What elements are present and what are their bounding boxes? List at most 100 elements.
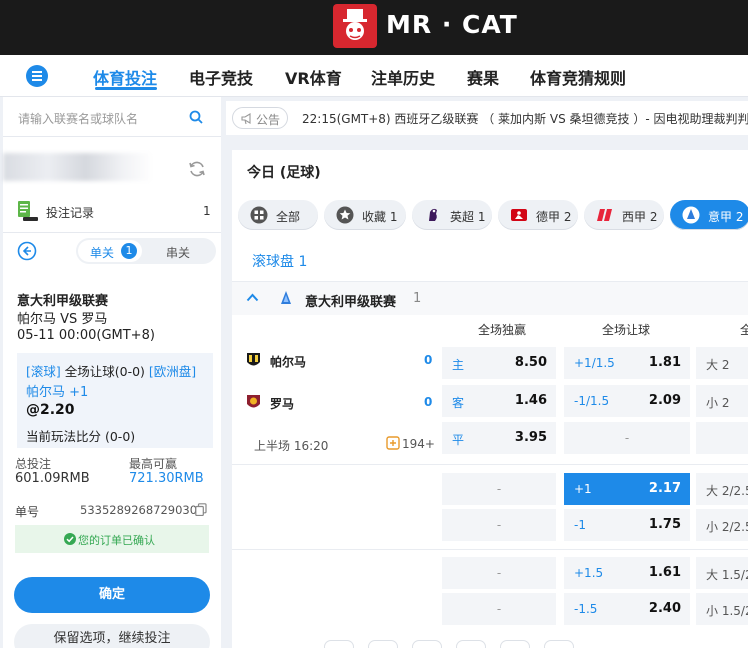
filter-chip[interactable]: [412, 640, 442, 648]
filter-chip[interactable]: [368, 640, 398, 648]
serie-a-icon: [682, 206, 700, 224]
order-confirmed-text: 您的订单已确认: [78, 534, 155, 547]
odds-empty: -: [496, 602, 502, 616]
tab-single-badge: 1: [121, 243, 137, 259]
league-name: 意大利甲级联赛: [305, 295, 397, 310]
logo-icon[interactable]: [333, 4, 377, 48]
account-balance: [3, 149, 221, 189]
odds-side: 主: [452, 358, 465, 372]
odds-cell-total[interactable]: 大 2: [696, 347, 748, 379]
bet-record-count: 1: [203, 204, 211, 218]
odds-value: 1.46: [514, 393, 547, 408]
filter-chip[interactable]: [500, 640, 530, 648]
grid-icon: [250, 206, 268, 224]
tab-parlay[interactable]: 串关: [166, 244, 190, 261]
bet-record-row[interactable]: 投注记录 1: [3, 195, 221, 227]
odds-side: -1/1.5: [574, 394, 610, 408]
match-list: 今日 (足球) 全部 收藏 1 英超 1 德甲 2 西甲 2 意甲 2 滚球盘 …: [232, 150, 748, 648]
search-icon[interactable]: [189, 110, 203, 124]
odds-cell-handicap-selected[interactable]: +1 2.17: [564, 473, 690, 505]
odds-cell-total[interactable]: 大 2/2.5: [696, 473, 748, 505]
odds-cell-handicap[interactable]: -1/1.5 2.09: [564, 385, 690, 417]
more-markets-count[interactable]: 194+: [402, 437, 435, 451]
logo-text: MR · CAT: [386, 10, 518, 39]
odds-value: 2.17: [648, 481, 681, 496]
premier-league-icon: [429, 208, 437, 221]
odds-cell-handicap[interactable]: +1.5 1.61: [564, 557, 690, 589]
odds-cell-total[interactable]: 小 2: [696, 385, 748, 417]
slip-market-tag: [滚球]: [26, 364, 61, 379]
odds-empty: -: [624, 431, 630, 445]
total-stake-label: 总投注: [15, 457, 52, 471]
nav-results[interactable]: 赛果: [467, 65, 499, 89]
league-tab-label: 西甲 2: [622, 210, 658, 224]
page-title: 今日 (足球): [247, 165, 321, 181]
filter-chip[interactable]: [544, 640, 574, 648]
odds-cell-moneyline-empty: -: [442, 473, 556, 505]
odds-cell-handicap[interactable]: +1/1.5 1.81: [564, 347, 690, 379]
odds-cell-handicap[interactable]: -1 1.75: [564, 509, 690, 541]
slip-time: 05-11 00:00(GMT+8): [17, 328, 155, 343]
odds-cell-moneyline-away[interactable]: 客 1.46: [442, 385, 556, 417]
league-tab-all[interactable]: 全部: [238, 200, 318, 230]
league-match-count: 1: [413, 291, 422, 306]
check-circle-icon: [64, 533, 76, 545]
odds-side: +1.5: [574, 566, 604, 580]
nav-active-indicator: [95, 87, 157, 90]
odds-side: 大 2: [706, 358, 730, 372]
nav-rules[interactable]: 体育竞猜规则: [530, 65, 626, 89]
bet-slip-card: 意大利甲级联赛 帕尔马 VS 罗马 05-11 00:00(GMT+8) [滚球…: [6, 275, 216, 451]
league-tab-favorites[interactable]: 收藏 1: [324, 200, 406, 230]
column-header-total: 全: [740, 323, 748, 337]
team-away-name: 罗马: [270, 397, 295, 411]
odds-side: 小 1.5/2: [706, 604, 748, 618]
odds-cell-moneyline-draw[interactable]: 平 3.95: [442, 422, 556, 454]
league-tab-laliga[interactable]: 西甲 2: [584, 200, 664, 230]
confirm-button[interactable]: 确定: [14, 577, 210, 613]
team-home-score: 0: [424, 353, 433, 367]
nav-vr-sports[interactable]: VR体育: [285, 65, 342, 89]
announcement-bar: 公告 22:15(GMT+8) 西班牙乙级联赛 （ 莱加内斯 VS 桑坦德竞技 …: [226, 101, 748, 135]
keep-selection-button[interactable]: 保留选项，继续投注: [14, 624, 210, 648]
odds-side: -1: [574, 518, 586, 532]
back-arrow-icon[interactable]: [17, 241, 37, 261]
copy-icon[interactable]: [195, 503, 207, 516]
nav-sports-betting[interactable]: 体育投注: [93, 65, 157, 89]
menu-icon[interactable]: [26, 65, 48, 87]
announcement-pill[interactable]: 公告: [232, 107, 288, 129]
filter-chip[interactable]: [324, 640, 354, 648]
odds-empty: -: [496, 482, 502, 496]
slip-match: 帕尔马 VS 罗马: [17, 312, 108, 327]
odds-cell-total[interactable]: 小 1.5/2: [696, 593, 748, 625]
odds-cell-handicap[interactable]: -1.5 2.40: [564, 593, 690, 625]
league-tab-bundesliga[interactable]: 德甲 2: [498, 200, 578, 230]
live-section-label[interactable]: 滚球盘 1: [252, 251, 307, 271]
odds-cell-moneyline-home[interactable]: 主 8.50: [442, 347, 556, 379]
tab-single-bet[interactable]: 单关 1: [78, 240, 142, 262]
column-header-handicap: 全场让球: [602, 323, 651, 337]
chevron-up-icon[interactable]: [246, 293, 259, 302]
search-bar[interactable]: 请输入联赛名或球队名: [3, 97, 221, 137]
league-tab-premier-league[interactable]: 英超 1: [412, 200, 492, 230]
receipt-icon: [18, 201, 38, 221]
odds-side: +1: [574, 482, 592, 496]
league-header-row[interactable]: 意大利甲级联赛 1: [232, 282, 748, 315]
odds-cell-total[interactable]: 大 1.5/2: [696, 557, 748, 589]
more-markets-icon[interactable]: [386, 436, 400, 450]
odds-side: 平: [452, 433, 465, 447]
slip-selection: 帕尔马 +1: [26, 385, 89, 400]
laliga-icon: [597, 209, 612, 221]
odds-cell-total[interactable]: 小 2/2.5: [696, 509, 748, 541]
league-tab-serie-a[interactable]: 意甲 2: [670, 200, 748, 230]
odds-side: -1.5: [574, 602, 598, 616]
refresh-icon[interactable]: [187, 159, 207, 179]
megaphone-icon: [241, 113, 251, 125]
odds-side: +1/1.5: [574, 356, 615, 370]
nav-esports[interactable]: 电子竞技: [189, 65, 253, 89]
league-tab-label: 全部: [276, 210, 301, 224]
search-input[interactable]: 请输入联赛名或球队名: [18, 110, 138, 127]
slip-market: [滚球] 全场让球(0-0) [欧洲盘]: [26, 361, 196, 380]
nav-bet-history[interactable]: 注单历史: [371, 65, 435, 89]
odds-value: 1.75: [648, 517, 681, 532]
filter-chip[interactable]: [456, 640, 486, 648]
